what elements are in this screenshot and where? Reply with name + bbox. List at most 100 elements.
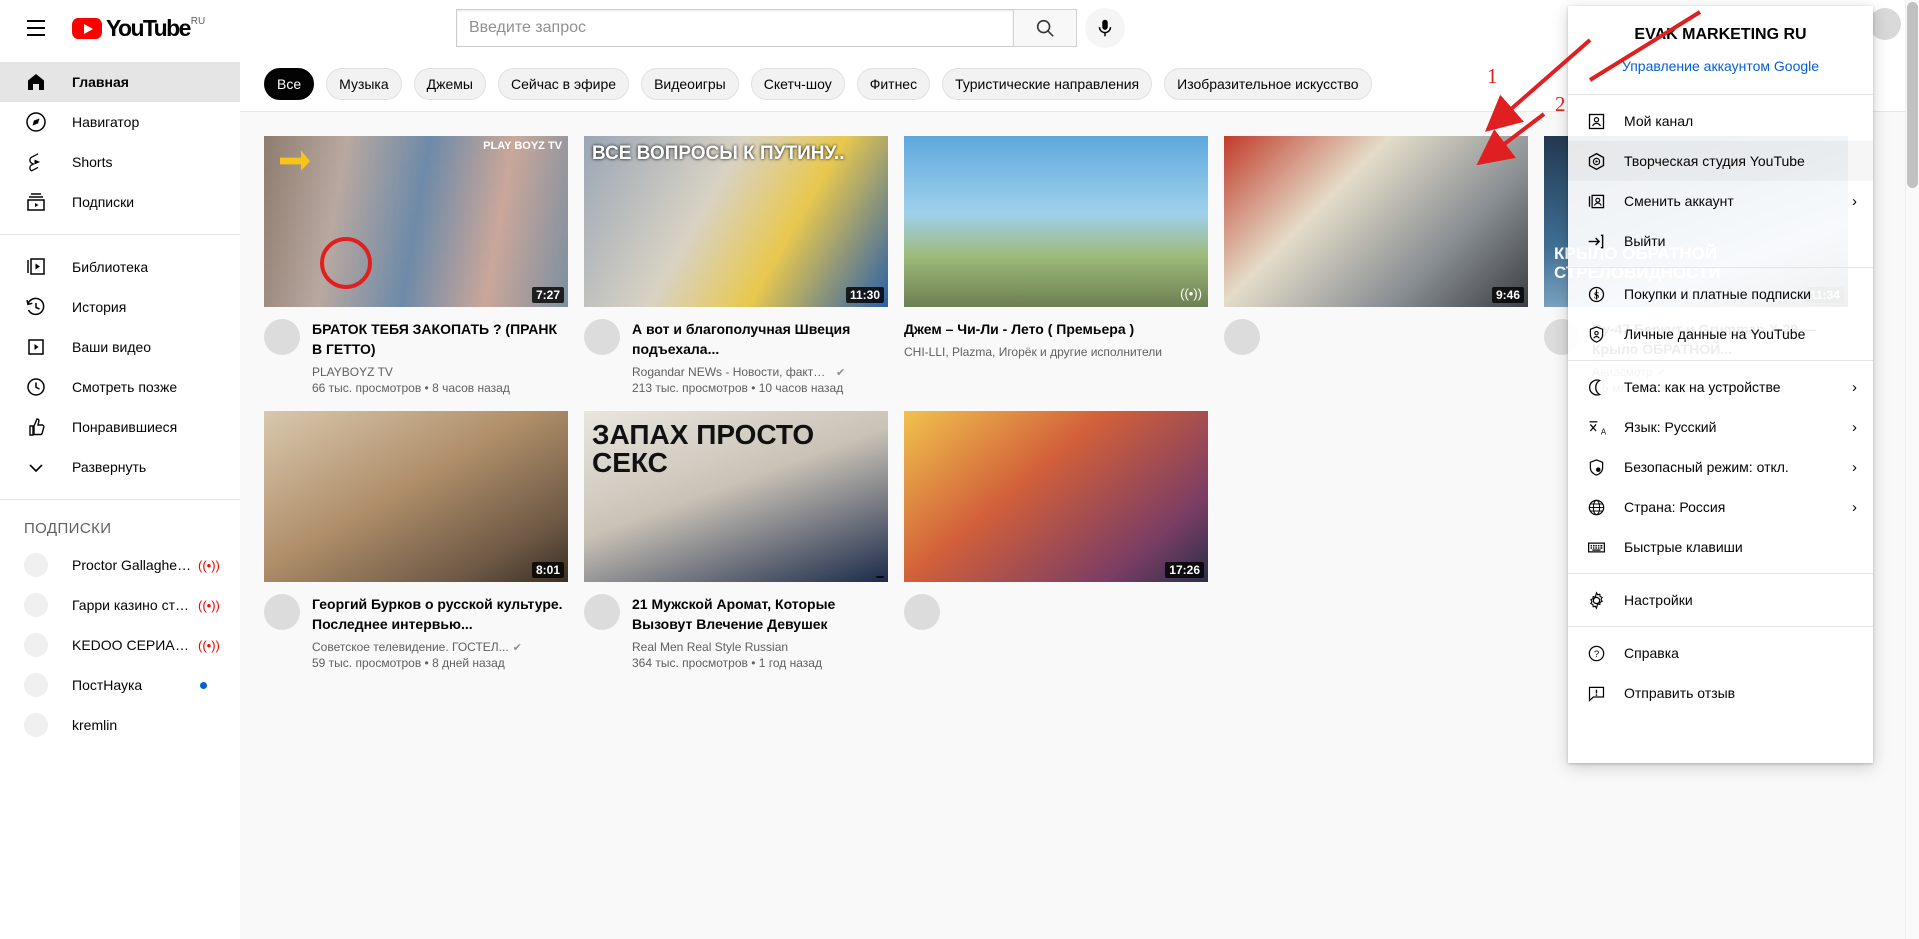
channel-avatar[interactable] xyxy=(264,319,300,355)
menu-item-help[interactable]: ? Справка xyxy=(1568,633,1873,673)
search-icon xyxy=(1036,19,1054,37)
video-thumbnail[interactable]: ЗАПАХ ПРОСТО СЕКС xyxy=(584,411,888,582)
video-card[interactable]: 17:26 xyxy=(904,411,1208,670)
video-title[interactable]: 21 Мужской Аромат, Которые Вызовут Влече… xyxy=(632,594,888,634)
menu-item-my-channel[interactable]: Мой канал xyxy=(1568,101,1873,141)
video-thumbnail[interactable]: 17:26 xyxy=(904,411,1208,582)
sidebar-item-show-more[interactable]: Развернуть xyxy=(0,447,240,487)
menu-item-sign-out[interactable]: Выйти xyxy=(1568,221,1873,261)
video-card[interactable]: ВСЕ ВОПРОСЫ К ПУТИНУ.. 11:30 А вот и бла… xyxy=(584,136,888,395)
channel-avatar[interactable] xyxy=(584,594,620,630)
menu-item-label: Творческая студия YouTube xyxy=(1624,153,1805,169)
menu-item-your-data[interactable]: Личные данные на YouTube xyxy=(1568,314,1873,354)
video-card[interactable]: 8:01 Георгий Бурков о русской культуре. … xyxy=(264,411,568,670)
sidebar-item-label: История xyxy=(72,299,127,315)
sidebar-item-label: Подписки xyxy=(72,194,135,210)
chevron-down-icon xyxy=(24,455,48,479)
translate-icon: A xyxy=(1584,415,1608,439)
sidebar-subscription-item[interactable]: ПостНаука xyxy=(0,665,240,705)
video-thumbnail[interactable]: 8:01 xyxy=(264,411,568,582)
sidebar-subscription-item[interactable]: Гарри казино стр... ((•)) xyxy=(0,585,240,625)
scrollbar-thumb[interactable] xyxy=(1907,2,1918,188)
channel-name[interactable]: Real Men Real Style Russian xyxy=(632,640,788,654)
sidebar-item-home[interactable]: Главная xyxy=(0,62,240,102)
channel-name[interactable]: CHI-LLI, Plazma, Игорёк и другие исполни… xyxy=(904,345,1162,359)
live-icon: ((•)) xyxy=(198,637,220,653)
video-card[interactable]: ((•)) Джем – Чи-Ли - Лето ( Премьера ) C… xyxy=(904,136,1208,395)
chip-sketch-comedy[interactable]: Скетч-шоу xyxy=(750,67,845,100)
menu-item-youtube-studio[interactable]: Творческая студия YouTube xyxy=(1568,141,1873,181)
sidebar-item-label: Навигатор xyxy=(72,114,140,130)
video-title[interactable]: А вот и благополучная Швеция подъехала..… xyxy=(632,319,888,359)
sidebar-item-library[interactable]: Библиотека xyxy=(0,247,240,287)
sidebar-item-watch-later[interactable]: Смотреть позже xyxy=(0,367,240,407)
youtube-logo-text: YouTube xyxy=(106,15,191,41)
channel-avatar[interactable] xyxy=(264,594,300,630)
video-title[interactable]: Джем – Чи-Ли - Лето ( Премьера ) xyxy=(904,319,1208,339)
menu-item-language[interactable]: A Язык: Русский › xyxy=(1568,407,1873,447)
channel-avatar[interactable] xyxy=(904,594,940,630)
sidebar-subscription-item[interactable]: KEDOO СЕРИАЛЫ ((•)) xyxy=(0,625,240,665)
chip-fitness[interactable]: Фитнес xyxy=(856,67,931,100)
menu-item-purchases[interactable]: S Покупки и платные подписки xyxy=(1568,274,1873,314)
menu-item-restricted-mode[interactable]: Безопасный режим: откл. › xyxy=(1568,447,1873,487)
masthead-right xyxy=(1869,8,1901,40)
history-icon xyxy=(24,295,48,319)
chip-fine-art[interactable]: Изобразительное искусство xyxy=(1164,67,1372,100)
clock-icon xyxy=(24,375,48,399)
sidebar-item-subscriptions[interactable]: Подписки xyxy=(0,182,240,222)
menu-divider xyxy=(1568,94,1873,95)
video-duration: 7:27 xyxy=(531,287,564,303)
menu-item-settings[interactable]: Настройки xyxy=(1568,580,1873,620)
video-card[interactable]: PLAY BOYZ TV 7:27 БРАТОК ТЕБЯ ЗАКОПАТЬ ?… xyxy=(264,136,568,395)
sidebar-item-history[interactable]: История xyxy=(0,287,240,327)
chip-video-games[interactable]: Видеоигры xyxy=(641,67,739,100)
chip-jams[interactable]: Джемы xyxy=(413,67,486,100)
voice-search-button[interactable] xyxy=(1085,8,1125,48)
live-icon: ((•)) xyxy=(198,557,220,573)
video-thumbnail[interactable]: PLAY BOYZ TV 7:27 xyxy=(264,136,568,307)
channel-name[interactable]: Rogandar NEWs - Новости, факты,... xyxy=(632,365,832,379)
video-stats: 66 тыс. просмотров • 8 часов назад xyxy=(312,381,510,395)
vertical-scrollbar[interactable] xyxy=(1905,0,1919,939)
chevron-right-icon: › xyxy=(1852,192,1857,210)
sidebar-item-shorts[interactable]: Shorts xyxy=(0,142,240,182)
sidebar-item-label: Shorts xyxy=(72,154,113,170)
sidebar-item-your-videos[interactable]: Ваши видео xyxy=(0,327,240,367)
channel-avatar[interactable] xyxy=(584,319,620,355)
chip-live-now[interactable]: Сейчас в эфире xyxy=(497,67,630,100)
video-card[interactable]: ЗАПАХ ПРОСТО СЕКС 21 Мужской Аромат, Кот… xyxy=(584,411,888,670)
video-stats: 59 тыс. просмотров • 8 дней назад xyxy=(312,656,505,670)
avatar[interactable] xyxy=(1869,8,1901,40)
channel-name[interactable]: PLAYBOYZ TV xyxy=(312,365,393,379)
video-title[interactable]: Георгий Бурков о русской культуре. После… xyxy=(312,594,568,634)
menu-item-appearance[interactable]: Тема: как на устройстве › xyxy=(1568,367,1873,407)
search-input[interactable] xyxy=(456,9,1013,47)
menu-item-switch-account[interactable]: Сменить аккаунт › xyxy=(1568,181,1873,221)
sidebar-subscription-item[interactable]: Proctor Gallagher I... ((•)) xyxy=(0,545,240,585)
video-thumbnail[interactable]: ((•)) xyxy=(904,136,1208,307)
chip-all[interactable]: Все xyxy=(264,67,315,100)
annotation-number-1: 1 xyxy=(1487,64,1498,88)
chevron-right-icon: › xyxy=(1852,458,1857,476)
youtube-logo[interactable]: YouTube RU xyxy=(72,16,205,40)
sidebar-divider-2 xyxy=(0,499,240,500)
sidebar-item-label: Ваши видео xyxy=(72,339,152,355)
search-button[interactable] xyxy=(1013,9,1077,47)
menu-item-keyboard-shortcuts[interactable]: Быстрые клавиши xyxy=(1568,527,1873,567)
menu-item-location[interactable]: Страна: Россия › xyxy=(1568,487,1873,527)
video-thumbnail[interactable]: ВСЕ ВОПРОСЫ К ПУТИНУ.. 11:30 xyxy=(584,136,888,307)
chip-music[interactable]: Музыка xyxy=(326,67,402,100)
hamburger-icon[interactable] xyxy=(16,8,56,48)
menu-item-label: Личные данные на YouTube xyxy=(1624,326,1806,342)
sidebar-item-explore[interactable]: Навигатор xyxy=(0,102,240,142)
chip-travel[interactable]: Туристические направления xyxy=(942,67,1153,100)
video-meta: Георгий Бурков о русской культуре. После… xyxy=(264,594,568,670)
channel-avatar[interactable] xyxy=(1224,319,1260,355)
channel-name[interactable]: Советское телевидение. ГОСТЕЛ... xyxy=(312,640,509,654)
menu-item-send-feedback[interactable]: Отправить отзыв xyxy=(1568,673,1873,713)
video-title[interactable]: БРАТОК ТЕБЯ ЗАКОПАТЬ ? (ПРАНК В ГЕТТО) xyxy=(312,319,568,359)
sidebar-item-liked[interactable]: Понравившиеся xyxy=(0,407,240,447)
sidebar-subscription-item[interactable]: kremlin xyxy=(0,705,240,745)
youtube-country-code: RU xyxy=(190,16,206,27)
